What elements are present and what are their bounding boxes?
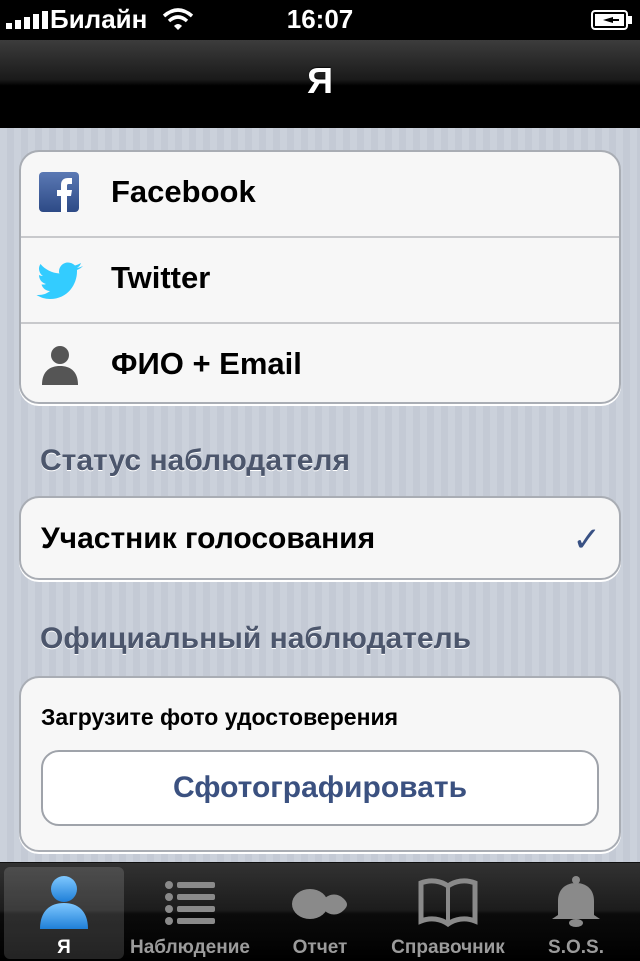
page-title: Я — [307, 60, 333, 101]
upload-prompt: Загрузите фото удостоверения — [41, 704, 399, 730]
status-group: Участник голосования ✓ — [19, 496, 621, 580]
tab-label-report: Отчет — [292, 937, 348, 958]
clock: 16:07 — [286, 4, 354, 34]
account-row-twitter[interactable]: Twitter — [21, 238, 619, 324]
tab-report[interactable]: Отчет — [260, 867, 380, 959]
official-observer-group: Загрузите фото удостоверения Сфотографир… — [19, 676, 621, 852]
account-label-twitter: Twitter — [111, 260, 211, 295]
accounts-group: Facebook Twitter ФИО + Email — [19, 150, 621, 404]
section-title-official: Официальный наблюдатель — [40, 622, 472, 655]
take-photo-button[interactable]: Сфотографировать — [41, 750, 599, 826]
status-bar: Билайн 16:07 — [0, 0, 640, 40]
tab-label-reference: Справочник — [391, 937, 505, 958]
tab-label-observation: Наблюдение — [130, 937, 250, 958]
tab-me[interactable]: Я — [4, 867, 124, 959]
user-silhouette-icon — [39, 344, 81, 386]
checkmark-icon: ✓ — [572, 521, 602, 559]
status-option-participant[interactable]: Участник голосования ✓ — [21, 498, 619, 578]
tab-sos[interactable]: S.O.S. — [516, 867, 636, 959]
content-area: Facebook Twitter ФИО + Email Статус набл… — [0, 128, 640, 862]
account-row-facebook[interactable]: Facebook — [21, 152, 619, 238]
account-label-facebook: Facebook — [111, 174, 256, 209]
section-title-status: Статус наблюдателя — [40, 444, 350, 477]
account-label-name-email: ФИО + Email — [111, 346, 302, 381]
account-row-name-email[interactable]: ФИО + Email — [21, 324, 619, 408]
twitter-bird-icon — [35, 258, 85, 300]
status-option-label: Участник голосования — [41, 522, 376, 555]
tab-bar: Я Наблюдение Отчет Справочник S.O.S. — [0, 862, 640, 961]
navigation-bar: Я — [0, 40, 640, 129]
facebook-icon — [39, 172, 81, 214]
tab-reference[interactable]: Справочник — [388, 867, 508, 959]
battery-charging-icon — [591, 10, 633, 35]
tab-observation[interactable]: Наблюдение — [130, 867, 250, 959]
tab-label-me: Я — [57, 937, 71, 958]
tab-label-sos: S.O.S. — [548, 937, 604, 958]
